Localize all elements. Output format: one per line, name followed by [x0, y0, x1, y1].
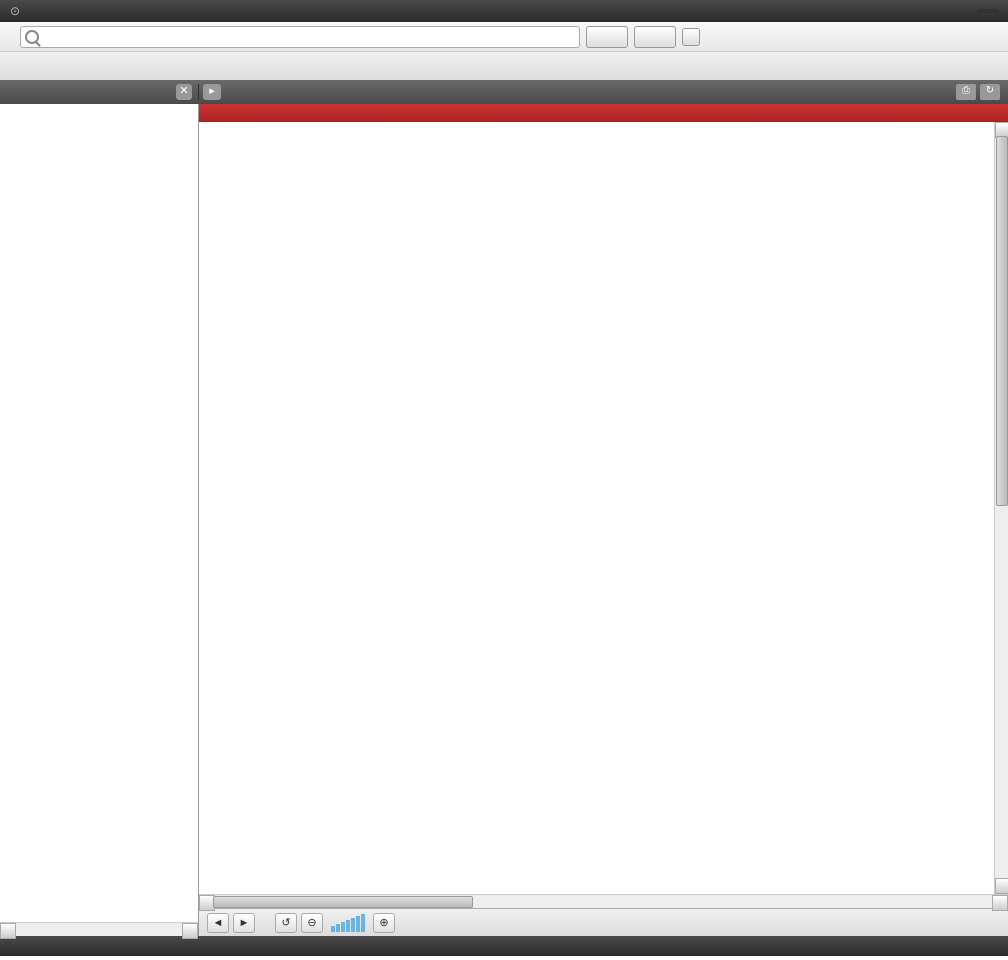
reset-zoom-button[interactable]: ↺	[275, 913, 297, 933]
print-button[interactable]: ⎙	[956, 84, 976, 100]
diagram-h-scrollbar[interactable]	[199, 894, 1008, 908]
zoom-out-button[interactable]: ⊖	[301, 913, 323, 933]
wiring-diagram	[199, 122, 1008, 894]
footer	[0, 936, 1008, 956]
help-button[interactable]	[978, 9, 998, 13]
nav-prev-button[interactable]: ◄	[207, 913, 229, 933]
toggle-sidebar-button[interactable]: ▸	[203, 84, 221, 100]
content-pane: ◄ ► ↺ ⊖ ⊕	[199, 104, 1008, 936]
main-area: ◄ ► ↺ ⊖ ⊕	[0, 104, 1008, 936]
search-bar	[0, 22, 1008, 52]
diagram-canvas[interactable]	[199, 122, 1008, 894]
sidebar-h-scrollbar[interactable]	[0, 922, 198, 936]
zoom-toolbar: ◄ ► ↺ ⊖ ⊕	[199, 908, 1008, 936]
nav-next-button[interactable]: ►	[233, 913, 255, 933]
tree-view[interactable]	[0, 104, 198, 922]
search-input[interactable]	[43, 31, 575, 43]
brand-logo	[10, 4, 22, 18]
diagram-breadcrumb	[199, 104, 1008, 122]
top-bar	[0, 0, 1008, 22]
sidebar	[0, 104, 199, 936]
search-button[interactable]	[586, 26, 628, 48]
tabs-row	[0, 52, 1008, 80]
yokogushi-button[interactable]	[634, 26, 676, 48]
close-panel-button[interactable]: ✕	[176, 84, 192, 100]
refresh-button[interactable]: ↻	[980, 84, 1000, 100]
zoom-level-indicator[interactable]	[331, 914, 365, 932]
doc-code-panel: ✕	[0, 84, 199, 100]
search-input-wrap	[20, 26, 580, 48]
document-header: ✕ ▸ ⎙ ↻	[0, 80, 1008, 104]
zoom-in-button[interactable]: ⊕	[373, 913, 395, 933]
search-icon	[25, 30, 39, 44]
doc-header-right: ▸ ⎙ ↻	[199, 84, 1008, 100]
diagram-v-scrollbar[interactable]	[994, 122, 1008, 894]
help-icon[interactable]	[682, 28, 700, 46]
